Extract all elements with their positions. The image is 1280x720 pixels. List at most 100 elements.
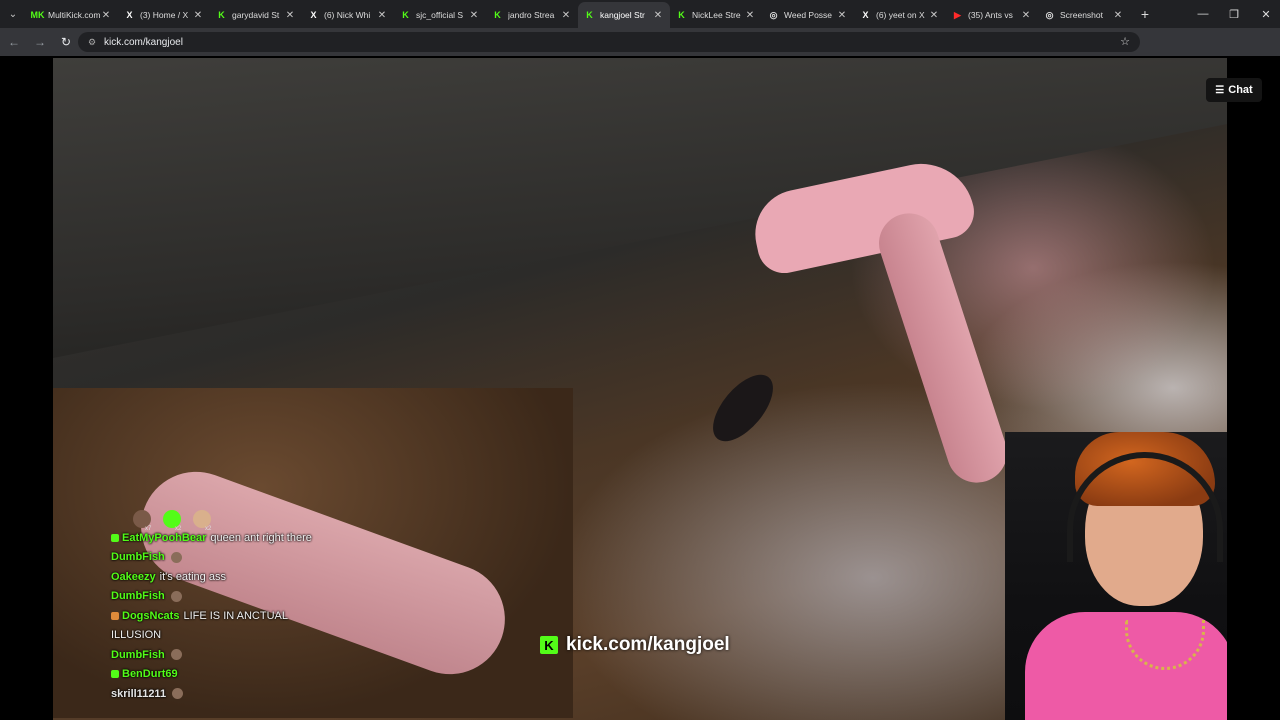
browser-tab[interactable]: Kgarydavid St ✕ — [210, 2, 302, 28]
bookmark-star-icon[interactable]: ☆ — [1120, 35, 1130, 48]
tab-title: (35) Ants vs — [968, 10, 1013, 20]
browser-tab[interactable]: ▶ (35) Ants vs ✕ — [946, 2, 1038, 28]
restore-icon[interactable]: ❐ — [1218, 0, 1250, 28]
tab-favicon-icon: K — [586, 10, 593, 20]
tab-close-icon[interactable]: ✕ — [928, 10, 940, 21]
tab-close-icon[interactable]: ✕ — [560, 10, 572, 21]
minimize-icon[interactable]: — — [1187, 0, 1219, 28]
tab-favicon-icon: K — [678, 10, 685, 20]
chat-message-list: EatMyPoohBear queen ant right there DumbFi… — [111, 528, 411, 704]
tab-favicon-icon: K — [494, 10, 501, 20]
chat-username: EatMyPoohBear — [122, 531, 207, 544]
chat-message: DumbFish — [111, 645, 411, 665]
browser-toolbar: ← → ↻ ⚙ kick.com/kangjoel ☆ ◈ ⧉ ☰ ● ⋮ — [0, 28, 1280, 77]
tab-close-icon[interactable]: ✕ — [284, 10, 296, 21]
chat-button-label: Chat — [1228, 84, 1253, 96]
tab-close-icon[interactable]: ✕ — [192, 10, 204, 21]
emote-icon: x2 — [163, 510, 181, 532]
kick-logo-icon: K — [540, 636, 558, 654]
chat-username: DumbFish — [111, 551, 165, 564]
address-bar[interactable]: ⚙ kick.com/kangjoel ☆ — [78, 32, 1140, 52]
tab-close-icon[interactable]: ✕ — [468, 10, 480, 21]
tab-close-icon[interactable]: ✕ — [836, 10, 848, 21]
kick-watermark: K kick.com/kangjoel — [540, 634, 730, 656]
tab-favicon-icon: X — [862, 10, 869, 20]
chat-username: DumbFish — [111, 648, 165, 661]
emote-icon: x7 — [133, 510, 151, 532]
chat-emote-icon — [170, 590, 182, 602]
chat-message: DumbFish — [111, 548, 411, 568]
chat-button[interactable]: ☰ Chat — [1206, 78, 1262, 102]
tab-title: (6) yeet on X — [876, 10, 925, 20]
address-bar-url: kick.com/kangjoel — [104, 36, 183, 48]
emote-icon: x2 — [193, 510, 211, 532]
new-tab-button[interactable]: + — [1134, 3, 1156, 25]
tab-title: (3) Home / X — [140, 10, 189, 20]
page-content: x7 x2 x2 EatMyPoohBear queen ant right th… — [0, 56, 1280, 720]
video-wooden-board — [53, 58, 1227, 358]
tab-title: kangjoel Str — [600, 10, 645, 20]
tab-title: sjc_official S — [416, 10, 464, 20]
chat-message: skrill11211 — [111, 684, 411, 704]
chat-text: ILLUSION — [111, 629, 162, 642]
emote-count: x2 — [175, 526, 182, 532]
tab-close-icon[interactable]: ✕ — [652, 10, 664, 21]
tab-favicon-icon: ◎ — [1045, 9, 1054, 20]
reload-icon[interactable]: ↻ — [54, 30, 78, 54]
emote-combo-row: x7 x2 x2 — [133, 496, 411, 532]
chat-text: LIFE IS IN ANCTUAL — [183, 609, 288, 622]
browser-tab[interactable]: X (3) Home / X ✕ — [118, 2, 210, 28]
chat-emote-icon — [170, 551, 182, 563]
user-badge-icon — [111, 533, 119, 542]
tab-title: NickLee Stre — [692, 10, 741, 20]
emote-count: x2 — [205, 526, 212, 532]
tab-search-icon[interactable]: ⌄ — [0, 0, 26, 28]
emote-count: x7 — [145, 526, 152, 532]
chat-message: BenDurt69 — [111, 665, 411, 685]
tab-title: jandro Strea — [508, 10, 555, 20]
tab-close-icon[interactable]: ✕ — [1112, 10, 1124, 21]
chat-emote-icon — [172, 688, 184, 700]
chat-username: skrill11211 — [111, 687, 167, 700]
tab-title: Weed Posse — [784, 10, 833, 20]
overlay-chat: x7 x2 x2 EatMyPoohBear queen ant right th… — [111, 496, 411, 704]
tab-favicon-icon: ◎ — [769, 9, 778, 20]
user-badge-icon — [111, 611, 119, 620]
browser-tab[interactable]: X (6) yeet on X ✕ — [854, 2, 946, 28]
tab-favicon-icon: X — [126, 10, 133, 20]
back-icon[interactable]: ← — [2, 30, 26, 54]
tab-title: MultiKick.com — [48, 10, 100, 20]
tab-favicon-icon: X — [310, 10, 317, 20]
tab-title: (6) Nick Whi — [324, 10, 371, 20]
watermark-text: kick.com/kangjoel — [566, 634, 730, 655]
tab-favicon-icon: ▶ — [954, 9, 961, 20]
close-window-icon[interactable]: ✕ — [1250, 0, 1280, 28]
browser-tab[interactable]: Kjandro Strea ✕ — [486, 2, 578, 28]
browser-tab[interactable]: ◎ Weed Posse ✕ — [762, 2, 854, 28]
chat-username: BenDurt69 — [122, 668, 178, 681]
tab-favicon-icon: K — [402, 10, 409, 20]
tab-strip: ⌄ MK MultiKick.com ✕ X (3) Home / X ✕ Kgarydav… — [0, 0, 1280, 28]
chat-username: DogsNcats — [122, 609, 180, 622]
chat-lines-icon: ☰ — [1215, 84, 1225, 96]
tab-close-icon[interactable]: ✕ — [1020, 10, 1032, 21]
browser-tab[interactable]: MK MultiKick.com ✕ — [26, 2, 118, 28]
tab-close-icon[interactable]: ✕ — [744, 10, 756, 21]
chat-username: DumbFish — [111, 590, 165, 603]
chat-username: Oakeezy — [111, 570, 156, 583]
tab-close-icon[interactable]: ✕ — [100, 10, 112, 21]
tab-close-icon[interactable]: ✕ — [376, 10, 388, 21]
browser-tab[interactable]: Kkangjoel Str ✕ — [578, 2, 670, 28]
browser-tab[interactable]: K NickLee Stre ✕ — [670, 2, 762, 28]
chat-message: Oakeezy it's eating ass — [111, 567, 411, 587]
video-ant — [701, 364, 785, 452]
browser-tab[interactable]: X (6) Nick Whi ✕ — [302, 2, 394, 28]
tab-favicon-icon: K — [218, 10, 225, 20]
browser-tab[interactable]: Ksjc_official S ✕ — [394, 2, 486, 28]
user-badge-icon — [111, 670, 119, 679]
chat-text: it's eating ass — [159, 570, 226, 583]
site-info-icon[interactable]: ⚙ — [86, 36, 98, 48]
forward-icon[interactable]: → — [28, 30, 52, 54]
streamer-webcam — [1005, 432, 1227, 720]
browser-tab[interactable]: ◎ Screenshot ✕ — [1038, 2, 1130, 28]
